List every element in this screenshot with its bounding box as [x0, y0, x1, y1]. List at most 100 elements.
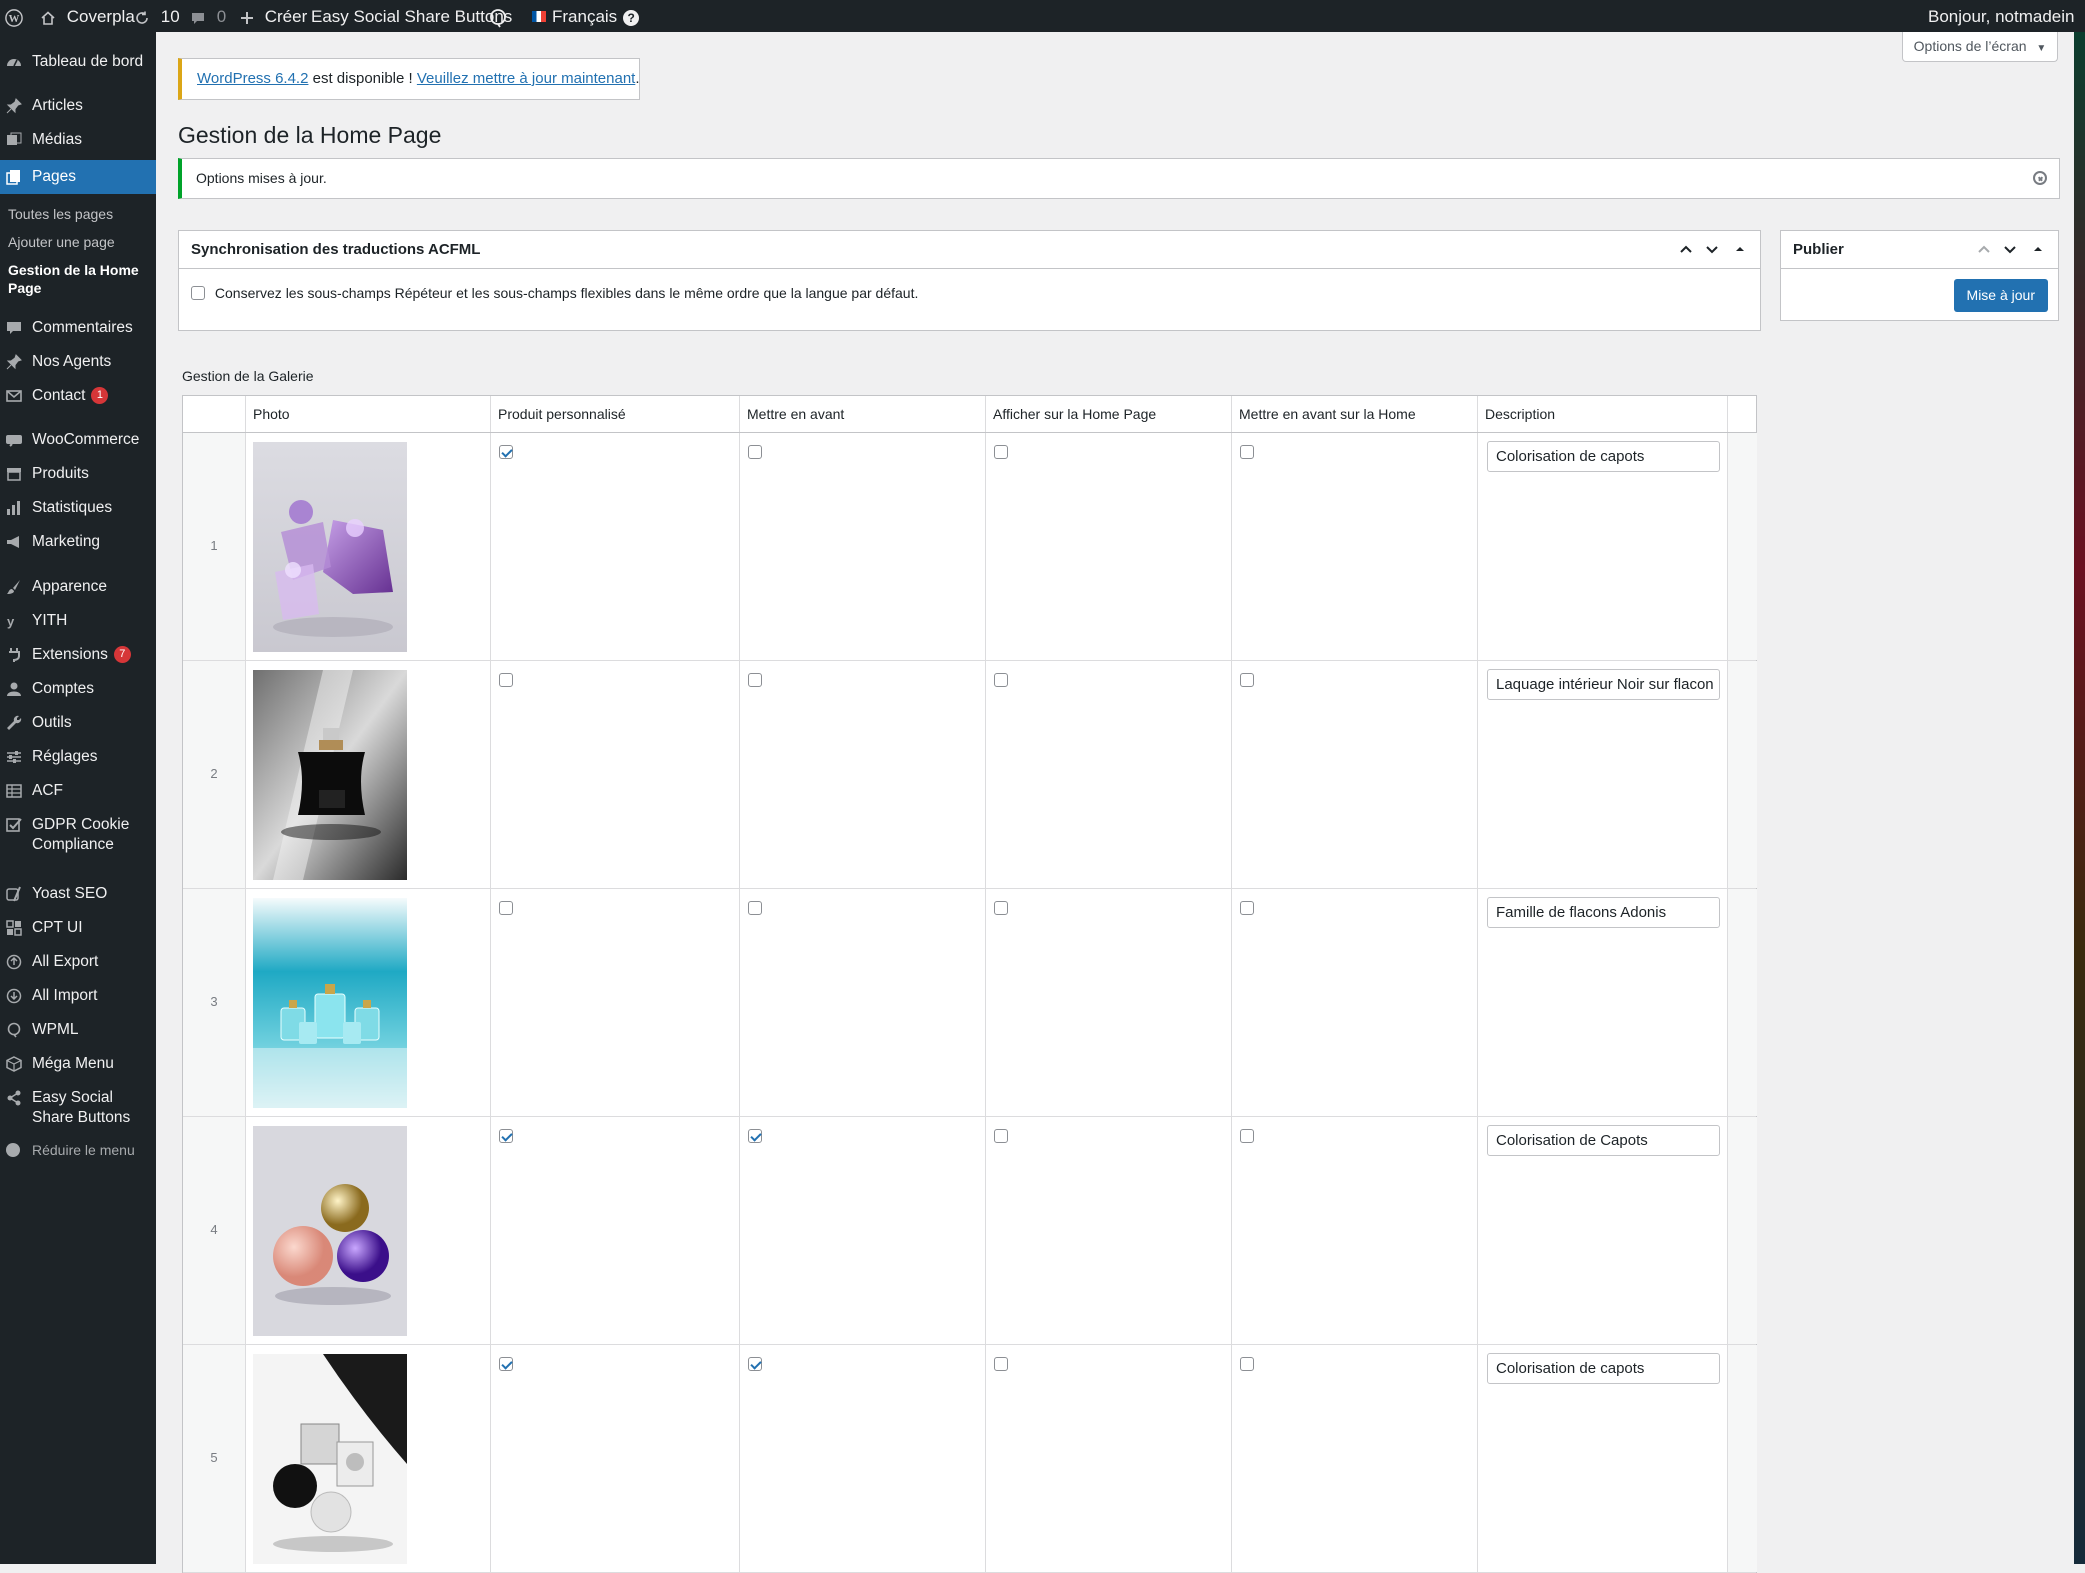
gallery-photo[interactable] [253, 1126, 407, 1336]
menu-gdpr-cookie[interactable]: GDPR Cookie Compliance [0, 815, 156, 855]
description-input[interactable]: Colorisation de capots [1487, 1353, 1720, 1384]
featured-home-checkbox[interactable] [1240, 445, 1254, 459]
custom-product-checkbox[interactable] [499, 1357, 513, 1371]
menu-agents[interactable]: Nos Agents [0, 352, 156, 374]
move-up-icon[interactable] [1676, 239, 1696, 259]
row-actions[interactable] [1727, 889, 1757, 1116]
menu-all-import[interactable]: All Import [0, 986, 156, 1008]
custom-product-checkbox[interactable] [499, 1129, 513, 1143]
gallery-photo[interactable] [253, 670, 407, 880]
description-input[interactable]: Laquage intérieur Noir sur flacon [1487, 669, 1720, 700]
menu-statistics[interactable]: Statistiques [0, 498, 156, 520]
essb-adminbar-link[interactable]: Easy Social Share Buttons [311, 0, 512, 32]
menu-yith[interactable]: y YITH [0, 611, 156, 633]
featured-checkbox[interactable] [748, 445, 762, 459]
description-input[interactable]: Colorisation de Capots [1487, 1125, 1720, 1156]
menu-plugins-label: Extensions [32, 646, 108, 663]
dismiss-notice-icon[interactable] [2033, 171, 2047, 185]
menu-acf[interactable]: ACF [0, 781, 156, 803]
featured-checkbox[interactable] [748, 1357, 762, 1371]
toggle-panel-icon[interactable] [2028, 239, 2048, 259]
submenu-all-pages[interactable]: Toutes les pages [8, 205, 148, 223]
gallery-photo[interactable] [253, 898, 407, 1108]
featured-home-checkbox[interactable] [1240, 673, 1254, 687]
share-icon [7, 1090, 21, 1106]
row-handle[interactable]: 4 [183, 1117, 245, 1344]
comments-link[interactable]: 0 [190, 0, 226, 32]
collapse-menu-button[interactable]: Réduire le menu [0, 1140, 156, 1162]
submenu-home-page-management[interactable]: Gestion de la Home Page [8, 261, 148, 297]
menu-cpt-ui[interactable]: CPT UI [0, 918, 156, 940]
update-now-link[interactable]: Veuillez mettre à jour maintenant [417, 70, 635, 87]
move-down-icon[interactable] [2000, 239, 2020, 259]
gallery-photo[interactable] [253, 1354, 407, 1564]
menu-comments[interactable]: Commentaires [0, 318, 156, 340]
gallery-rows: 1 Colorisation de capots 2 Laquage intérieu… [183, 433, 1757, 1573]
wpml-icon[interactable] [488, 0, 508, 32]
row-actions[interactable] [1727, 1117, 1757, 1344]
toggle-panel-icon[interactable] [1730, 239, 1750, 259]
menu-wpml[interactable]: WPML [0, 1020, 156, 1042]
column-header-featured: Mettre en avant [747, 406, 845, 422]
row-handle[interactable]: 5 [183, 1345, 245, 1572]
featured-checkbox[interactable] [748, 673, 762, 687]
custom-product-checkbox[interactable] [499, 673, 513, 687]
show-home-checkbox[interactable] [994, 901, 1008, 915]
row-handle[interactable]: 3 [183, 889, 245, 1116]
show-home-checkbox[interactable] [994, 1357, 1008, 1371]
featured-checkbox[interactable] [748, 901, 762, 915]
menu-users[interactable]: Comptes [0, 679, 156, 701]
pin-icon [6, 98, 22, 114]
menu-posts[interactable]: Articles [0, 96, 156, 118]
featured-home-checkbox[interactable] [1240, 1357, 1254, 1371]
menu-appearance[interactable]: Apparence [0, 577, 156, 599]
row-handle[interactable]: 2 [183, 661, 245, 888]
wordpress-version-link[interactable]: WordPress 6.4.2 [197, 70, 308, 87]
menu-contact[interactable]: Contact 1 [0, 386, 156, 408]
wordpress-logo-icon[interactable]: W [5, 0, 23, 32]
move-up-icon[interactable] [1974, 239, 1994, 259]
update-button[interactable]: Mise à jour [1953, 279, 2048, 312]
custom-product-checkbox[interactable] [499, 445, 513, 459]
submenu-add-page[interactable]: Ajouter une page [8, 233, 148, 251]
yoast-icon [6, 886, 21, 902]
custom-product-checkbox[interactable] [499, 901, 513, 915]
menu-plugins[interactable]: Extensions 7 [0, 645, 156, 667]
row-handle[interactable]: 1 [183, 433, 245, 660]
gallery-photo[interactable] [253, 442, 407, 652]
show-home-checkbox[interactable] [994, 673, 1008, 687]
sync-order-checkbox[interactable] [191, 286, 205, 301]
show-home-checkbox[interactable] [994, 445, 1008, 459]
menu-all-export[interactable]: All Export [0, 952, 156, 974]
menu-woocommerce[interactable]: WooCommerce [0, 430, 156, 452]
archive-icon [7, 468, 21, 481]
my-account-link[interactable]: Bonjour, notmadein [1928, 0, 2085, 32]
row-actions[interactable] [1727, 1345, 1757, 1572]
menu-media[interactable]: Médias [0, 130, 156, 152]
menu-tools[interactable]: Outils [0, 713, 156, 735]
menu-pages[interactable]: Pages [0, 160, 156, 194]
description-input[interactable]: Famille de flacons Adonis [1487, 897, 1720, 928]
menu-marketing[interactable]: Marketing [0, 532, 156, 554]
menu-mega-menu[interactable]: Méga Menu [0, 1054, 156, 1076]
row-actions[interactable] [1727, 433, 1757, 660]
featured-home-checkbox[interactable] [1240, 901, 1254, 915]
featured-home-checkbox[interactable] [1240, 1129, 1254, 1143]
menu-dashboard[interactable]: Tableau de bord [0, 52, 156, 74]
move-down-icon[interactable] [1702, 239, 1722, 259]
screen-options-button[interactable]: Options de l’écran ▼ [1902, 32, 2058, 62]
menu-settings[interactable]: Réglages [0, 747, 156, 769]
description-input[interactable]: Colorisation de capots [1487, 441, 1720, 472]
help-icon[interactable]: ? [623, 9, 640, 26]
show-home-checkbox[interactable] [994, 1129, 1008, 1143]
new-content-link[interactable]: Créer [240, 0, 307, 32]
menu-products[interactable]: Produits [0, 464, 156, 486]
site-name-link[interactable]: Coverpla [40, 0, 135, 32]
language-switcher[interactable]: Français? [532, 0, 640, 32]
menu-easy-social-share[interactable]: Easy Social Share Buttons [0, 1088, 156, 1128]
featured-checkbox[interactable] [748, 1129, 762, 1143]
row-actions[interactable] [1727, 661, 1757, 888]
menu-yoast-seo[interactable]: Yoast SEO [0, 884, 156, 906]
updates-link[interactable]: 10 [134, 0, 180, 32]
svg-text:y: y [7, 614, 15, 629]
